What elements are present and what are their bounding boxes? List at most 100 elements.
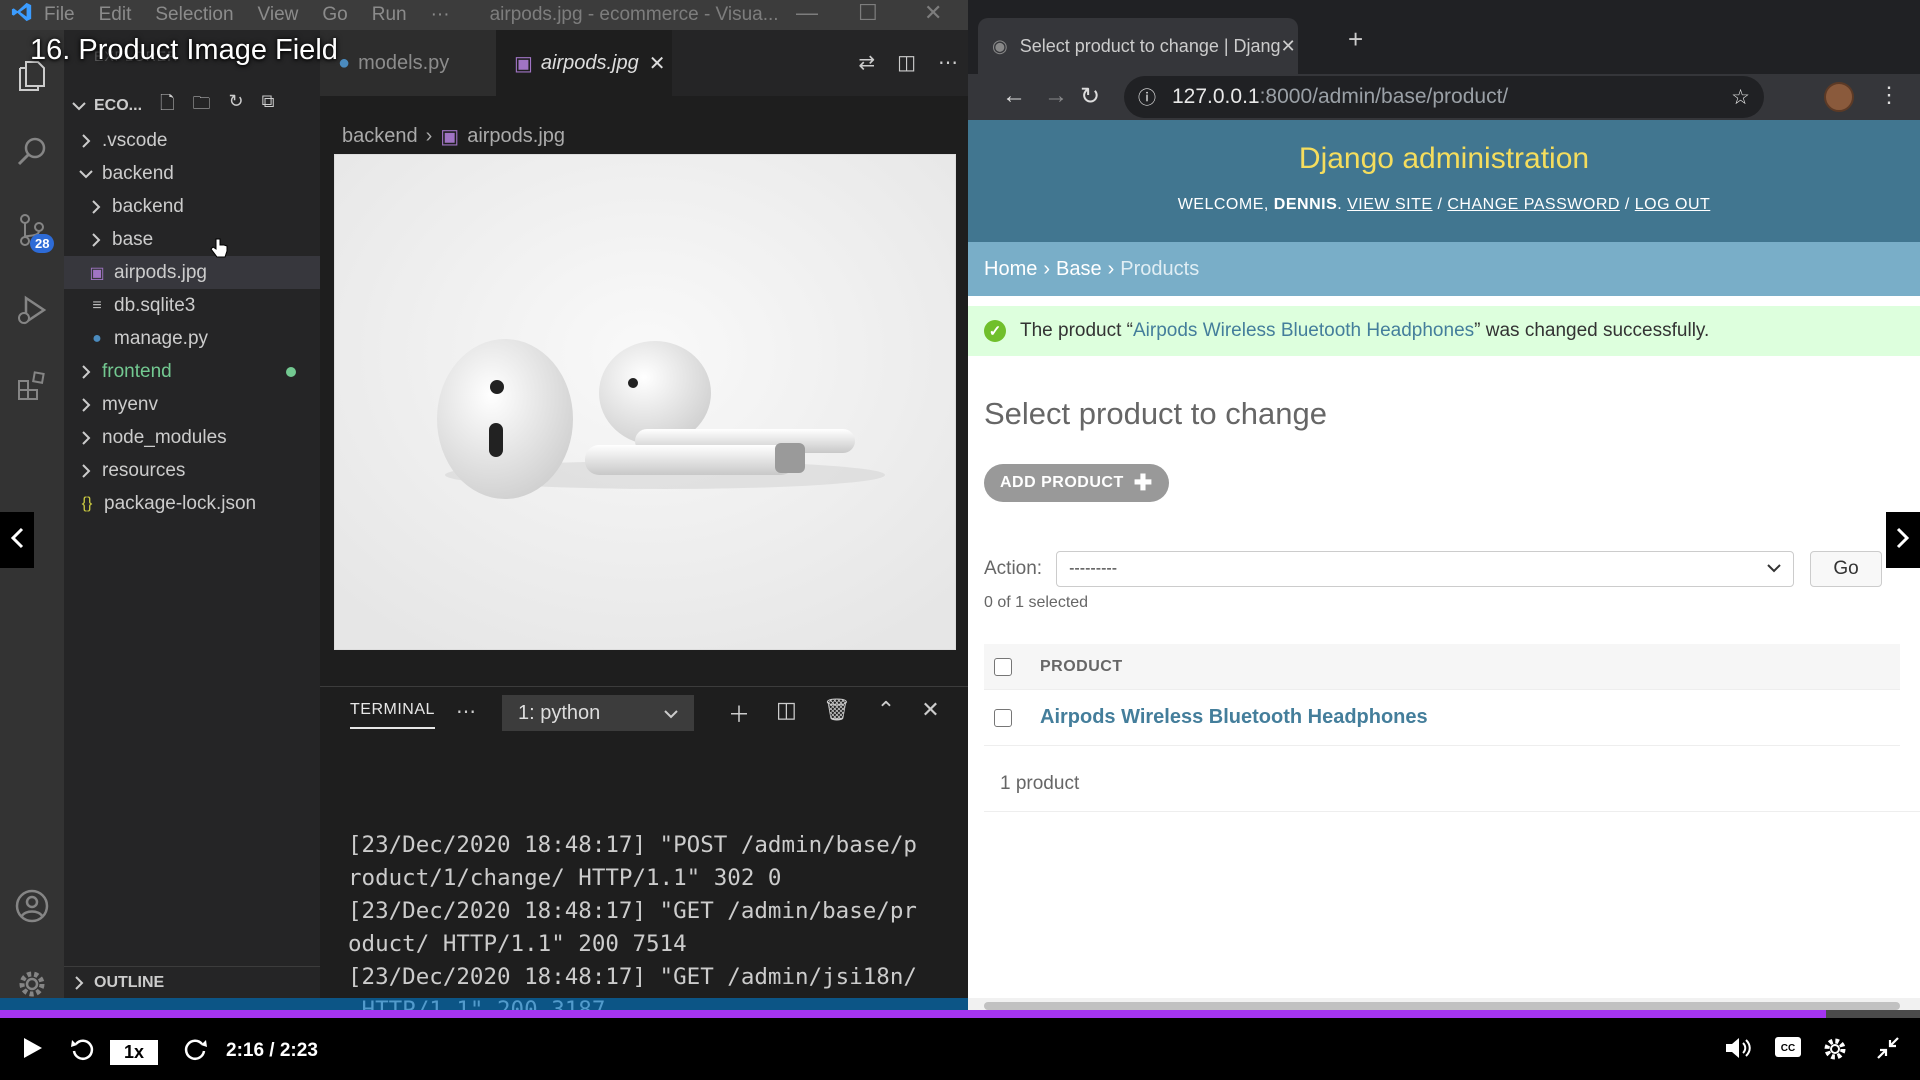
maximize-panel-icon[interactable]: ⌃ — [877, 697, 895, 729]
tab-airpods-jpg[interactable]: ▣ airpods.jpg ✕ — [496, 30, 672, 96]
tree-file[interactable]: ● manage.py — [64, 322, 320, 355]
message-product-link[interactable]: Airpods Wireless Bluetooth Headphones — [1133, 320, 1474, 342]
breadcrumb-file[interactable]: airpods.jpg — [467, 125, 565, 148]
play-icon[interactable] — [22, 1036, 44, 1060]
terminal-line: oduct/ HTTP/1.1" 200 7514 — [348, 931, 687, 957]
next-lecture-button[interactable] — [1886, 512, 1920, 568]
scrollbar-thumb[interactable] — [984, 1002, 1900, 1010]
tree-file[interactable]: ≡ db.sqlite3 — [64, 289, 320, 322]
back-arrow-icon[interactable]: ← — [1002, 82, 1026, 110]
row-checkbox[interactable] — [994, 708, 1012, 727]
menu-item[interactable]: Go — [322, 4, 347, 26]
tree-item-label: myenv — [102, 393, 158, 415]
collapse-all-icon[interactable]: ⧉ — [262, 91, 275, 121]
view-site-link[interactable]: VIEW SITE — [1347, 196, 1432, 213]
maximize-icon[interactable]: ☐ — [858, 0, 878, 26]
profile-avatar[interactable] — [1824, 82, 1854, 112]
new-terminal-icon[interactable]: ＋ — [728, 697, 750, 729]
extensions-icon[interactable] — [0, 354, 64, 418]
breadcrumb-separator: › — [1107, 257, 1115, 280]
tree-folder[interactable]: node_modules — [64, 421, 320, 454]
playback-speed-button[interactable]: 1x — [110, 1040, 159, 1065]
more-actions-icon[interactable]: ⋯ — [938, 50, 958, 75]
split-editor-icon[interactable]: ◫ — [897, 50, 916, 75]
new-file-icon[interactable]: 🗋 — [160, 91, 174, 121]
chevron-right-icon — [88, 232, 104, 247]
breadcrumb-base[interactable]: Base — [1056, 258, 1102, 281]
menu-item[interactable]: Selection — [155, 4, 233, 26]
chevron-right-icon — [78, 397, 94, 412]
exit-fullscreen-icon[interactable] — [1876, 1036, 1900, 1060]
browser-tab[interactable]: ◉ Select product to change | Djang ✕ — [978, 18, 1298, 74]
bookmark-star-icon[interactable]: ☆ — [1731, 85, 1750, 110]
terminal-output[interactable]: [23/Dec/2020 18:48:17] "POST /admin/base… — [348, 763, 958, 1014]
log-out-link[interactable]: LOG OUT — [1635, 196, 1711, 213]
file-tree: .vscode backend backend base ▣ airpods.jpg ≡ db… — [64, 124, 320, 520]
menu-item[interactable]: Edit — [99, 4, 132, 26]
forward-arrow-icon[interactable]: → — [1044, 82, 1068, 110]
close-window-icon[interactable]: ✕ — [924, 0, 942, 26]
previous-lecture-button[interactable] — [0, 512, 34, 568]
breadcrumb-folder[interactable]: backend — [342, 125, 418, 148]
forward-icon[interactable] — [182, 1036, 208, 1062]
workspace-header[interactable]: ECO... 🗋 🗀 ↻ ⧉ — [64, 90, 320, 122]
menu-item[interactable]: ··· — [431, 4, 450, 26]
tree-folder[interactable]: backend — [64, 190, 320, 223]
open-changes-icon[interactable]: ⇄ — [858, 50, 875, 75]
browser-menu-icon[interactable]: ⋮ — [1878, 82, 1900, 108]
chevron-down-icon — [1767, 560, 1781, 578]
close-tab-icon[interactable]: ✕ — [649, 51, 666, 76]
menu-item[interactable]: View — [258, 4, 299, 26]
tree-folder[interactable]: base — [64, 223, 320, 256]
action-select[interactable]: --------- — [1056, 551, 1795, 587]
tab-models-py[interactable]: ● models.py — [320, 30, 496, 96]
accounts-icon[interactable] — [0, 874, 64, 938]
settings-gear-icon[interactable] — [1822, 1036, 1848, 1062]
outline-section[interactable]: OUTLINE — [64, 966, 320, 998]
column-header-product[interactable]: PRODUCT — [1040, 658, 1123, 676]
address-bar[interactable]: ⓘ 127.0.0.1:8000/admin/base/product/ ☆ — [1124, 76, 1764, 118]
tree-file[interactable]: ▣ airpods.jpg — [64, 256, 320, 289]
source-control-icon[interactable]: 28 — [0, 198, 64, 262]
run-debug-icon[interactable] — [0, 278, 64, 342]
terminal-shell-value: 1: python — [518, 701, 601, 724]
django-favicon-icon: ◉ — [992, 35, 1008, 56]
captions-icon[interactable]: CC — [1774, 1036, 1802, 1058]
minimize-icon[interactable]: — — [796, 0, 818, 26]
screen: File Edit Selection View Go Run ··· airpods.jp… — [0, 0, 1920, 1080]
browser-toolbar: ← → ↻ ⓘ 127.0.0.1:8000/admin/base/produc… — [968, 74, 1920, 120]
new-folder-icon[interactable]: 🗀 — [193, 91, 211, 121]
menu-item[interactable]: Run — [372, 4, 407, 26]
close-panel-icon[interactable]: ✕ — [921, 697, 939, 729]
tree-folder[interactable]: .vscode — [64, 124, 320, 157]
split-terminal-icon[interactable]: ◫ — [776, 697, 797, 729]
terminal-shell-select[interactable]: 1: python — [502, 695, 694, 731]
product-link[interactable]: Airpods Wireless Bluetooth Headphones — [1040, 706, 1428, 729]
new-tab-icon[interactable]: + — [1348, 24, 1363, 55]
more-icon[interactable]: ⋯ — [456, 699, 476, 724]
window-title: airpods.jpg - ecommerce - Visua... — [489, 4, 779, 25]
tree-folder[interactable]: myenv — [64, 388, 320, 421]
tree-folder[interactable]: frontend — [64, 355, 320, 388]
video-progress-bar[interactable] — [0, 1010, 1920, 1018]
trash-icon[interactable]: 🗑 — [823, 697, 851, 729]
chevron-down-icon — [64, 101, 94, 111]
close-tab-icon[interactable]: ✕ — [1281, 36, 1296, 57]
select-all-checkbox[interactable] — [994, 657, 1012, 676]
volume-icon[interactable] — [1724, 1036, 1752, 1060]
refresh-icon[interactable]: ↻ — [229, 91, 244, 121]
search-icon[interactable] — [0, 120, 64, 184]
breadcrumb-home[interactable]: Home — [984, 258, 1037, 281]
tree-file[interactable]: {} package-lock.json — [64, 487, 320, 520]
rewind-icon[interactable] — [70, 1036, 96, 1062]
chevron-right-icon — [88, 199, 104, 214]
reload-icon[interactable]: ↻ — [1080, 82, 1100, 111]
tab-terminal[interactable]: TERMINAL — [350, 701, 435, 729]
add-product-button[interactable]: ADD PRODUCT ✚ — [984, 464, 1169, 502]
menu-item[interactable]: File — [44, 4, 75, 26]
site-title[interactable]: Django administration — [968, 142, 1920, 176]
change-password-link[interactable]: CHANGE PASSWORD — [1447, 196, 1620, 213]
tree-folder[interactable]: resources — [64, 454, 320, 487]
go-button[interactable]: Go — [1810, 551, 1883, 587]
tree-folder[interactable]: backend — [64, 157, 320, 190]
